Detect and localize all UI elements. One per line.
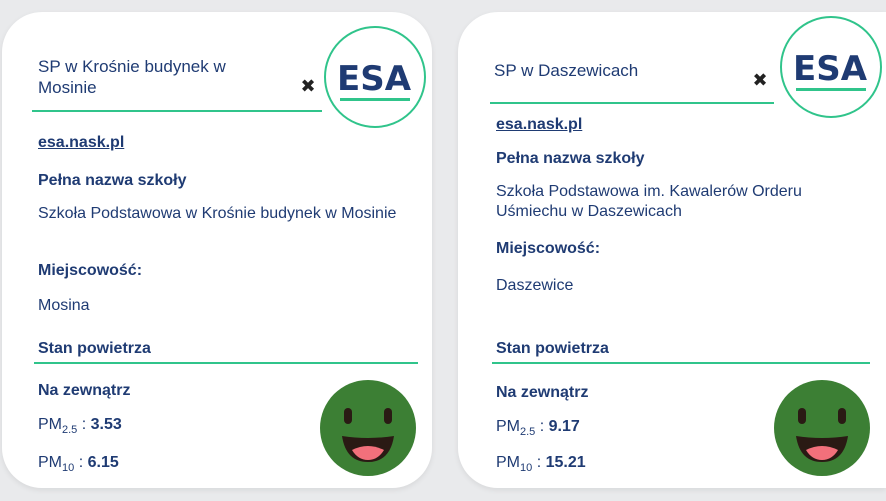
header-divider (490, 102, 774, 104)
esa-link[interactable]: esa.nask.pl (38, 134, 124, 152)
air-section-divider (34, 362, 418, 364)
happy-face-icon (320, 380, 416, 476)
pm25-value: 3.53 (90, 416, 122, 433)
city-value: Mosina (38, 297, 90, 314)
esa-logo-icon: ESA (793, 49, 868, 91)
city-label: Miejscowość: (38, 262, 143, 279)
city-label: Miejscowość: (496, 240, 601, 257)
air-quality-label: Stan powietrza (496, 340, 609, 357)
esa-logo-icon: ESA (337, 59, 412, 101)
school-title: SP w Daszewicach (494, 61, 639, 80)
full-name-label: Pełna nazwa szkoły (496, 150, 645, 167)
happy-face-icon (774, 380, 870, 476)
header-divider (32, 110, 322, 112)
school-popup-card: SP w Krośnie budynek w Mosinie ✖ ESA esa… (2, 12, 432, 488)
full-name-value: Szkoła Podstawowa w Krośnie budynek w Mo… (38, 205, 397, 222)
air-section-divider (492, 362, 870, 364)
popup-header: SP w Krośnie budynek w Mosinie (38, 56, 278, 98)
full-name-label: Pełna nazwa szkoły (38, 172, 187, 189)
close-icon[interactable]: ✖ (298, 76, 318, 96)
pm10-value: 15.21 (545, 454, 586, 471)
popup-header: SP w Daszewicach (494, 60, 734, 81)
full-name-value: Szkoła Podstawowa im. Kawalerów Orderu U… (496, 183, 802, 220)
school-title: SP w Krośnie budynek w Mosinie (38, 57, 226, 97)
city-value: Daszewice (496, 277, 574, 294)
logo-text: ESA (793, 49, 868, 89)
school-popup-card: SP w Daszewicach ✖ ESA esa.nask.pl Pełna… (458, 12, 886, 488)
esa-logo: ESA (324, 26, 426, 128)
esa-link[interactable]: esa.nask.pl (496, 116, 582, 134)
esa-logo: ESA (780, 16, 882, 118)
pm25-value: 9.17 (548, 418, 580, 435)
logo-text: ESA (337, 59, 412, 99)
air-quality-label: Stan powietrza (38, 340, 151, 357)
close-icon[interactable]: ✖ (750, 70, 770, 90)
pm10-value: 6.15 (87, 454, 119, 471)
